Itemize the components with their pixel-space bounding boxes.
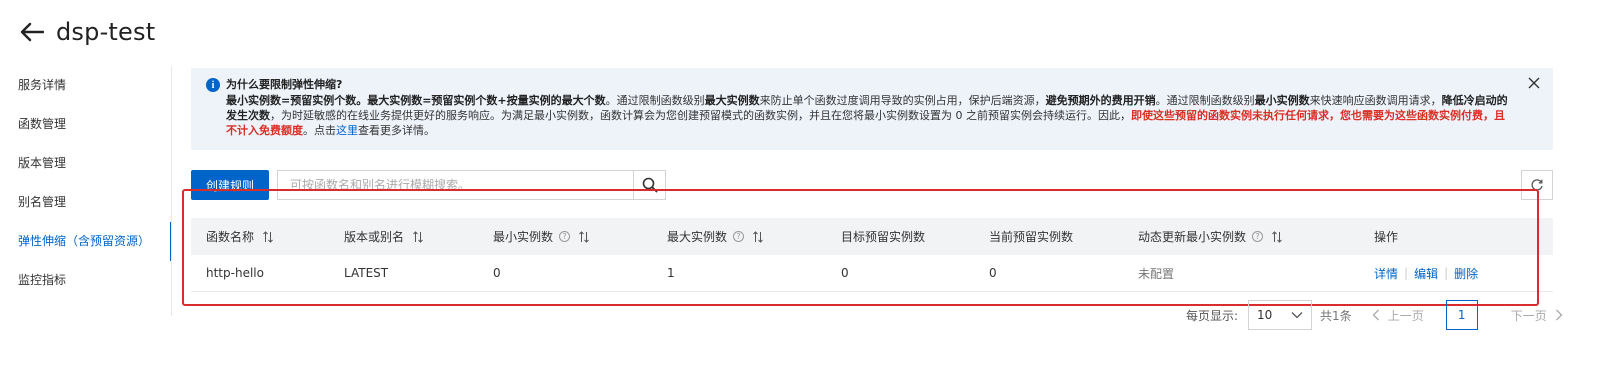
action-separator: | [1404, 266, 1409, 280]
search-box [277, 170, 666, 200]
chevron-right-icon [1555, 309, 1563, 321]
notice-text: 查看更多详情。 [358, 124, 435, 137]
notice-text: 避免预期外的费用开销 [1045, 94, 1156, 107]
details-link[interactable]: 详情 [1374, 265, 1398, 282]
column-header-label: 函数名称 [206, 230, 255, 244]
notice-text: 最大实例数 [704, 94, 760, 107]
sidebar-item-service-details[interactable]: 服务详情 [0, 66, 172, 105]
refresh-icon[interactable] [1521, 170, 1553, 200]
column-header: 目标预留实例数 [826, 228, 974, 245]
scaling-rules-table: 函数名称 版本或别名 最小实例数 ? 最大实例数 ? 目标预留实例数 当前预留实… [191, 218, 1553, 292]
help-icon[interactable]: ? [1252, 231, 1264, 242]
toolbar: 创建规则 [191, 170, 666, 200]
actions-cell: 详情 | 编辑 | 删除 [1359, 265, 1553, 282]
action-separator: | [1444, 266, 1449, 280]
notice-text: 。通过限制函数级别 [1155, 94, 1255, 107]
sidebar-item-alias-management[interactable]: 别名管理 [0, 183, 172, 222]
column-header: 操作 [1359, 228, 1553, 245]
max-instances-cell: 1 [667, 266, 675, 280]
column-header: 最小实例数 ? [478, 228, 652, 245]
sort-icon[interactable] [578, 230, 590, 243]
sidebar-item-elastic-scaling[interactable]: 弹性伸缩（含预留资源） [0, 222, 172, 261]
chevron-down-icon [1291, 312, 1303, 319]
chevron-left-icon [1372, 309, 1379, 321]
column-header: 最大实例数 ? [652, 228, 826, 245]
table-row: http-hello LATEST 0 1 0 0 未配置 详情 | 编辑 | … [191, 255, 1553, 292]
page-size-select[interactable]: 10 [1248, 300, 1313, 330]
current-reserved-cell: 0 [989, 266, 997, 280]
column-header: 函数名称 [191, 228, 329, 245]
search-icon[interactable] [633, 171, 665, 199]
page-size-label: 每页显示: [1186, 308, 1239, 323]
info-notice: i 为什么要限制弹性伸缩? 最小实例数=预留实例个数。最大实例数=预留实例个数+… [191, 68, 1553, 150]
sort-icon[interactable] [412, 230, 424, 243]
search-input[interactable] [278, 171, 633, 199]
target-reserved-cell: 0 [841, 266, 849, 280]
notice-text: 。点击 [303, 124, 336, 137]
delete-link[interactable]: 删除 [1454, 265, 1478, 282]
create-rule-button[interactable]: 创建规则 [191, 170, 269, 200]
column-header-label: 当前预留实例数 [989, 230, 1074, 244]
notice-text: 最小实例数=预留实例个数。最大实例数=预留实例个数+按量实例的最大个数 [226, 94, 606, 107]
column-header-label: 版本或别名 [344, 230, 405, 244]
sort-icon[interactable] [752, 230, 764, 243]
page-title: dsp-test [56, 18, 156, 46]
sort-icon[interactable] [262, 230, 274, 243]
notice-text: 。通过限制函数级别 [605, 94, 705, 107]
prev-page-button[interactable]: 上一页 [1372, 307, 1424, 324]
notice-title: 为什么要限制弹性伸缩? [226, 78, 343, 91]
back-arrow-icon[interactable] [18, 18, 46, 46]
close-icon[interactable] [1527, 76, 1541, 90]
sort-icon[interactable] [1271, 230, 1283, 243]
table-header: 函数名称 版本或别名 最小实例数 ? 最大实例数 ? 目标预留实例数 当前预留实… [191, 218, 1553, 255]
column-header: 版本或别名 [329, 228, 478, 245]
column-header-label: 操作 [1374, 230, 1399, 244]
notice-text: 最小实例数 [1254, 94, 1310, 107]
total-count: 共1条 [1320, 308, 1352, 323]
help-icon[interactable]: ? [733, 231, 745, 242]
next-page-label: 下一页 [1510, 308, 1547, 323]
pagination: 每页显示: 10 共1条 上一页 1 下一页 [1186, 299, 1563, 331]
next-page-button[interactable]: 下一页 [1511, 307, 1563, 324]
info-icon: i [206, 78, 220, 92]
column-header: 当前预留实例数 [974, 228, 1123, 245]
column-header-label: 动态更新最小实例数 [1138, 230, 1247, 244]
dynamic-update-cell: 未配置 [1138, 266, 1175, 281]
column-header-label: 目标预留实例数 [841, 230, 926, 244]
column-header-label: 最小实例数 [493, 230, 554, 244]
sidebar-item-function-management[interactable]: 函数管理 [0, 105, 172, 144]
sidebar-nav: 服务详情 函数管理 版本管理 别名管理 弹性伸缩（含预留资源） 监控指标 [0, 66, 172, 300]
prev-page-label: 上一页 [1387, 308, 1424, 323]
page-number-button[interactable]: 1 [1445, 300, 1478, 330]
page-header: dsp-test [18, 14, 155, 50]
edit-link[interactable]: 编辑 [1414, 265, 1438, 282]
version-alias-cell: LATEST [344, 266, 389, 280]
help-icon[interactable]: ? [559, 231, 571, 242]
sidebar-divider [171, 66, 172, 316]
notice-text: 来防止单个函数过度调用导致的实例占用，保护后端资源， [759, 94, 1046, 107]
notice-text: 来快速响应函数调用请求， [1309, 94, 1442, 107]
column-header-label: 最大实例数 [667, 230, 728, 244]
notice-text: ，为时延敏感的在线业务提供更好的服务响应。为满足最小实例数，函数计算会为您创建预… [270, 109, 1131, 122]
function-name-cell: http-hello [206, 266, 264, 280]
sidebar-item-monitoring[interactable]: 监控指标 [0, 261, 172, 300]
notice-more-link[interactable]: 这里 [336, 124, 358, 137]
min-instances-cell: 0 [493, 266, 501, 280]
notice-body: 最小实例数=预留实例个数。最大实例数=预留实例个数+按量实例的最大个数。通过限制… [226, 93, 1513, 138]
column-header: 动态更新最小实例数 ? [1123, 228, 1359, 245]
sidebar-item-version-management[interactable]: 版本管理 [0, 144, 172, 183]
page-size-value: 10 [1257, 308, 1273, 322]
